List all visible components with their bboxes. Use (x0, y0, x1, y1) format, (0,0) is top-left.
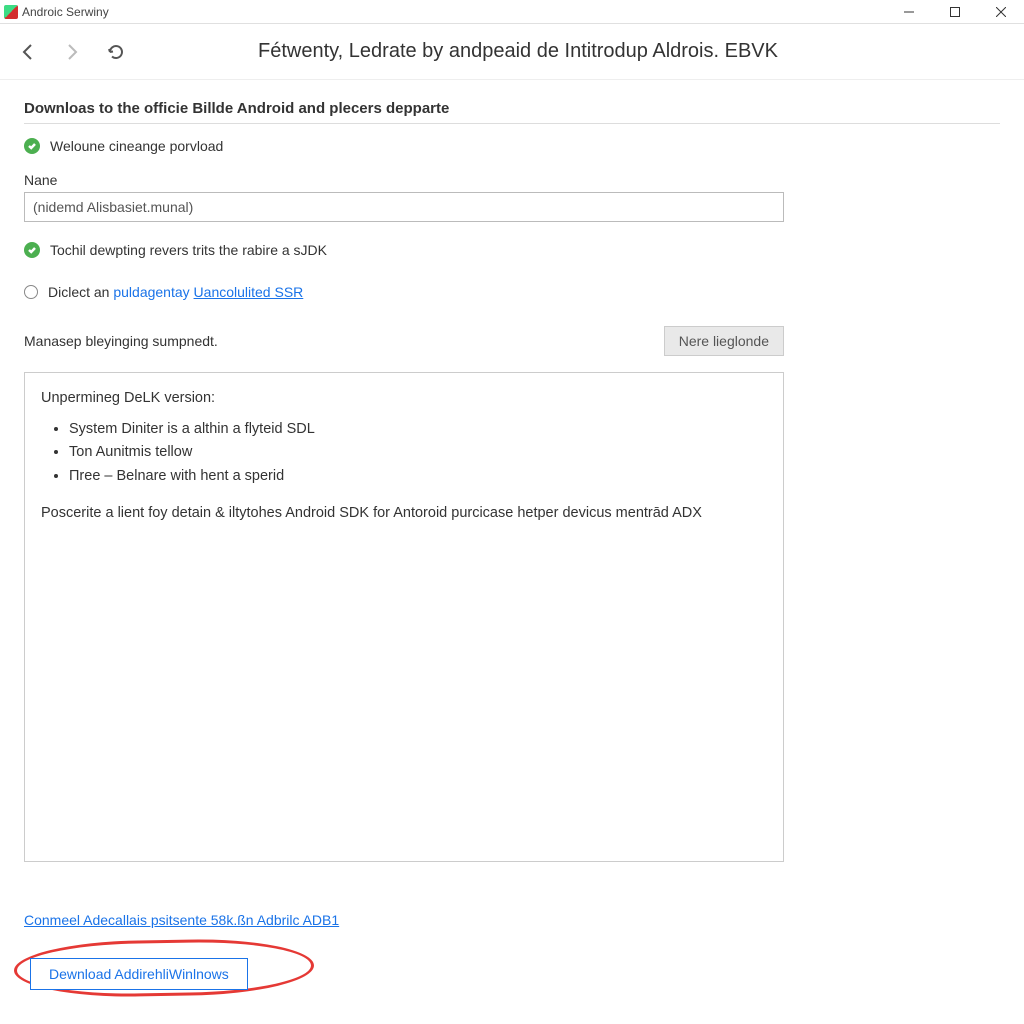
maximize-button[interactable] (932, 0, 978, 24)
section-title: Downloas to the officie Billde Android a… (24, 100, 1000, 124)
window-title: Androic Serwiny (22, 5, 109, 19)
minimize-button[interactable] (886, 0, 932, 24)
name-field[interactable] (24, 192, 784, 222)
radio-link-1[interactable]: puldagentay (113, 284, 193, 300)
radio-link-2[interactable]: Uancolulited SSR (194, 284, 304, 300)
info-panel: Unpermineg DeLK version: System Diniter … (24, 372, 784, 862)
check-label-2: Tochil dewpting revers trits the rabire … (50, 242, 327, 258)
check-circle-icon (24, 138, 40, 154)
list-item: System Diniter is a althin a flyteid SDL (69, 418, 767, 441)
close-button[interactable] (978, 0, 1024, 24)
info-footer-text: Poscerite a lient foy detain & iltytohes… (41, 502, 767, 525)
check-circle-icon (24, 242, 40, 258)
app-icon (4, 5, 18, 19)
download-button[interactable]: Dewnload AddirehliWinlnows (30, 958, 248, 990)
refresh-button[interactable] (100, 36, 132, 68)
radio-text-prefix: Diclect an (48, 284, 113, 300)
info-heading: Unpermineg DeLK version: (41, 387, 767, 410)
radio-label: Diclect an puldagentay Uancolulited SSR (48, 284, 303, 300)
manage-label: Manasep bleyinging sumpnedt. (24, 333, 218, 349)
arrow-left-icon (18, 42, 38, 62)
footer-link[interactable]: Conmeel Adecallais psitsente 58k.ßn Adbr… (24, 912, 339, 928)
check-label-1: Weloune cineange porvload (50, 138, 223, 154)
minimize-icon (904, 7, 914, 17)
radio-unchecked-icon[interactable] (24, 285, 38, 299)
refresh-icon (107, 43, 125, 61)
list-item: Пree – Belnare with hent a sperid (69, 465, 767, 488)
page-heading: Fétwenty, Ledrate by andpeaid de Intitro… (144, 40, 1012, 63)
close-icon (996, 7, 1006, 17)
list-item: Ton Aunitmis tellow (69, 441, 767, 464)
manage-button[interactable]: Nere lieglonde (664, 326, 784, 356)
name-field-label: Nane (24, 172, 1000, 188)
back-button[interactable] (12, 36, 44, 68)
forward-button[interactable] (56, 36, 88, 68)
arrow-right-icon (62, 42, 82, 62)
maximize-icon (950, 7, 960, 17)
